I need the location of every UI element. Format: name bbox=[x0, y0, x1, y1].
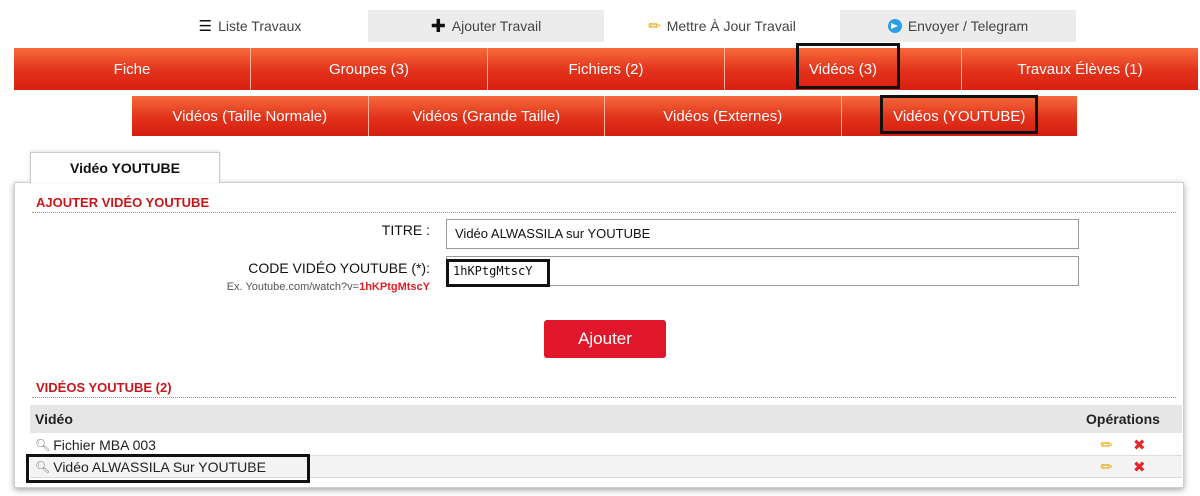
panel-tab-video-youtube[interactable]: Vidéo YOUTUBE bbox=[30, 152, 220, 183]
table-row: 🔍︎ Fichier MBA 003 ✏ ✖ bbox=[30, 434, 1182, 456]
tab-label: Envoyer / Telegram bbox=[907, 18, 1029, 34]
list-icon: ☰ bbox=[198, 17, 213, 35]
titre-label: TITRE : bbox=[381, 222, 430, 238]
tab-ajouter-travail[interactable]: ✚ Ajouter Travail bbox=[368, 10, 604, 42]
nav-label: Fiche bbox=[113, 60, 151, 78]
code-input[interactable]: 1hKPtgMtscY bbox=[446, 256, 1079, 286]
code-hint: Ex. Youtube.com/watch?v=1hKPtgMtscY bbox=[130, 281, 430, 293]
ajouter-button[interactable]: Ajouter bbox=[544, 320, 666, 358]
subnav-label: Vidéos (Grande Taille) bbox=[412, 107, 561, 125]
nav-label: Vidéos (3) bbox=[808, 60, 878, 78]
subnav-videos-normale[interactable]: Vidéos (Taille Normale) bbox=[132, 96, 369, 136]
code-hint-prefix: Ex. Youtube.com/watch?v= bbox=[226, 281, 360, 293]
subnav-label: Vidéos (Externes) bbox=[663, 107, 783, 125]
col-video-header: Vidéo bbox=[35, 411, 73, 427]
nav-travaux-eleves[interactable]: Travaux Élèves (1) bbox=[962, 48, 1198, 90]
code-hint-code: 1hKPtgMtscY bbox=[359, 281, 430, 293]
tab-envoyer-telegram[interactable]: Envoyer / Telegram bbox=[840, 10, 1076, 42]
tab-label: Mettre À Jour Travail bbox=[666, 18, 796, 34]
delete-x-icon[interactable]: ✖ bbox=[1133, 458, 1146, 476]
nav-fichiers[interactable]: Fichiers (2) bbox=[488, 48, 725, 90]
nav-label: Groupes (3) bbox=[328, 60, 410, 78]
nav-videos[interactable]: Vidéos (3) bbox=[725, 48, 962, 90]
tab-label: Ajouter Travail bbox=[451, 18, 542, 34]
tab-mettre-a-jour-travail[interactable]: ✏ Mettre À Jour Travail bbox=[604, 10, 840, 42]
panel-tab-label: Vidéo YOUTUBE bbox=[70, 160, 180, 176]
list-section-title: VIDÉOS YOUTUBE (2) bbox=[36, 380, 172, 395]
main-nav: Fiche Groupes (3) Fichiers (2) Vidéos (3… bbox=[14, 48, 1198, 90]
telegram-icon bbox=[887, 19, 902, 33]
table-header: Vidéo Opérations bbox=[30, 405, 1182, 433]
row-title-cell[interactable]: 🔍︎ Fichier MBA 003 bbox=[30, 437, 1064, 453]
edit-pencil-icon[interactable]: ✏ bbox=[1100, 436, 1113, 454]
divider bbox=[32, 212, 1176, 213]
pencil-icon: ✏ bbox=[648, 17, 661, 35]
subnav-videos-externes[interactable]: Vidéos (Externes) bbox=[605, 96, 842, 136]
edit-pencil-icon[interactable]: ✏ bbox=[1100, 458, 1113, 476]
subnav-videos-youtube[interactable]: Vidéos (YOUTUBE) bbox=[841, 96, 1077, 136]
magnifier-icon: 🔍︎ bbox=[35, 437, 51, 452]
nav-groupes[interactable]: Groupes (3) bbox=[251, 48, 488, 90]
row-title-cell[interactable]: 🔍︎ Vidéo ALWASSILA Sur YOUTUBE bbox=[30, 459, 1064, 475]
code-label: CODE VIDÉO YOUTUBE (*): bbox=[248, 260, 430, 276]
row-title: Fichier MBA 003 bbox=[53, 436, 156, 453]
plus-icon: ✚ bbox=[430, 15, 446, 37]
tab-label: Liste Travaux bbox=[218, 18, 302, 34]
divider bbox=[32, 397, 1176, 398]
delete-x-icon[interactable]: ✖ bbox=[1133, 436, 1146, 454]
row-title: Vidéo ALWASSILA Sur YOUTUBE bbox=[53, 458, 266, 475]
nav-label: Fichiers (2) bbox=[568, 60, 644, 78]
add-section-title: AJOUTER VIDÉO YOUTUBE bbox=[36, 195, 210, 210]
row-operations: ✏ ✖ bbox=[1064, 436, 1182, 454]
table-row: 🔍︎ Vidéo ALWASSILA Sur YOUTUBE ✏ ✖ bbox=[30, 456, 1182, 478]
magnifier-icon: 🔍︎ bbox=[35, 459, 51, 474]
subnav-videos-grande[interactable]: Vidéos (Grande Taille) bbox=[368, 96, 605, 136]
top-tabs: ☰ Liste Travaux ✚ Ajouter Travail ✏ Mett… bbox=[132, 10, 1076, 42]
nav-label: Travaux Élèves (1) bbox=[1017, 60, 1143, 78]
row-operations: ✏ ✖ bbox=[1064, 458, 1182, 476]
sub-nav: Vidéos (Taille Normale) Vidéos (Grande T… bbox=[132, 96, 1077, 136]
tab-liste-travaux[interactable]: ☰ Liste Travaux bbox=[132, 10, 368, 42]
subnav-label: Vidéos (YOUTUBE) bbox=[893, 107, 1026, 125]
titre-input[interactable]: Vidéo ALWASSILA sur YOUTUBE bbox=[446, 219, 1079, 249]
col-operations-header: Opérations bbox=[1086, 411, 1160, 427]
subnav-label: Vidéos (Taille Normale) bbox=[172, 107, 328, 125]
nav-fiche[interactable]: Fiche bbox=[14, 48, 251, 90]
